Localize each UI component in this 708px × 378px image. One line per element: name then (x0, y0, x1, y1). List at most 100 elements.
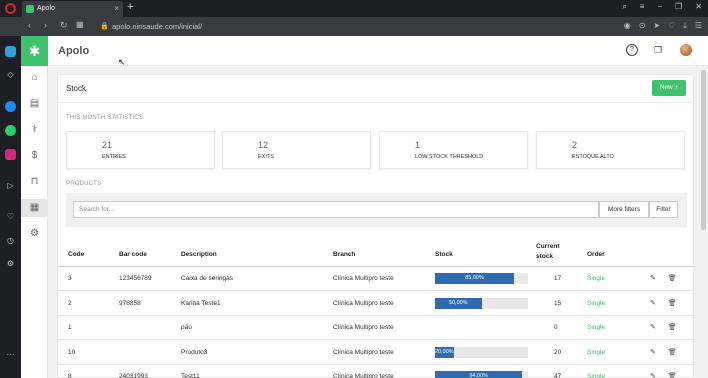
bag-icon[interactable]: ⊓ (21, 173, 48, 191)
camera-icon[interactable]: ◉ (624, 21, 631, 31)
new-tab-button[interactable]: + (127, 1, 133, 13)
instagram-icon[interactable] (5, 149, 16, 160)
stat-value: 2 (572, 140, 578, 150)
lock-icon[interactable]: 🔒 (100, 22, 109, 30)
stat-card-low-stock: 1 LOW STOCK THRESHOLD (379, 131, 528, 169)
cell-order[interactable]: Single (587, 373, 605, 378)
table-row[interactable]: 3 123456789 Caixa de seringas Clínica Multi… (58, 267, 695, 291)
stat-card-entries: 21 ENTRIES (66, 131, 215, 169)
cell-order[interactable]: Single (587, 300, 605, 307)
column-stock[interactable]: Stock (435, 251, 453, 258)
url-field[interactable]: apolo.ninsaude.com/inicial/ (112, 22, 202, 31)
stat-value: 21 (102, 140, 113, 150)
edit-icon[interactable]: ✎ (650, 348, 656, 356)
stat-value: 12 (258, 140, 269, 150)
new-button[interactable]: New + (652, 80, 686, 96)
delete-icon[interactable]: 🗑 (668, 299, 676, 307)
delete-icon[interactable]: 🗑 (668, 348, 676, 356)
cell-current-stock: 47 (554, 373, 562, 378)
column-code[interactable]: Code (68, 251, 84, 258)
more-icon[interactable]: ··· (5, 349, 16, 360)
delete-icon[interactable]: 🗑 (668, 323, 676, 331)
delete-icon[interactable]: 🗑 (668, 274, 676, 282)
close-window-icon[interactable]: ✕ (695, 2, 702, 12)
settings-icon[interactable]: ⚙ (21, 225, 48, 243)
search-tabs-icon[interactable]: ⌕ (622, 2, 626, 12)
column-order[interactable]: Order (587, 251, 605, 258)
opera-logo-icon[interactable] (5, 3, 16, 14)
column-current-stock-line1[interactable]: Current (536, 243, 559, 250)
diamond-icon[interactable]: ◇ (5, 69, 16, 80)
back-icon[interactable]: ‹ (28, 20, 31, 30)
apolo-favicon-icon (26, 5, 34, 13)
help-icon[interactable]: ? (626, 44, 638, 56)
history-icon[interactable]: ◷ (5, 235, 16, 246)
home-icon[interactable]: ⌂ (21, 69, 48, 87)
chat-icon[interactable]: ❐ (652, 44, 664, 56)
cell-current-stock: 17 (554, 275, 562, 282)
cell-description: Test11 (181, 373, 200, 378)
filter-button[interactable]: Filter (649, 201, 678, 218)
avatar[interactable] (680, 44, 692, 56)
apolo-logo-icon[interactable]: ✱ (21, 36, 48, 66)
cell-order[interactable]: Single (587, 324, 605, 331)
tab-menu-icon[interactable]: ≡ (640, 2, 645, 12)
cell-current-stock: 20 (554, 348, 562, 356)
settings-sidebar-icon[interactable]: ⚙ (5, 258, 16, 269)
app-header: Apolo ? ❐ (48, 36, 708, 66)
edit-icon[interactable]: ✎ (650, 372, 656, 378)
minimize-icon[interactable]: − (657, 2, 662, 12)
reload-icon[interactable]: ↻ (60, 20, 68, 31)
address-bar-icons: ◉ ⊙ ➤ ♡ ⤓ ☰ (624, 21, 702, 31)
app-sidebar: ✱ ⌂ ▤ ⚕ $ ⊓ ▦ ⚙ (21, 36, 48, 378)
table-row[interactable]: 2 978858 Karina Teste1 Clínica Multipro tes… (58, 292, 695, 316)
stock-progress-fill: 50,00% (435, 297, 482, 309)
cell-branch: Clínica Multipro teste (333, 275, 394, 282)
search-input[interactable]: Search for... (73, 201, 599, 218)
edit-icon[interactable]: ✎ (650, 323, 656, 331)
stat-label: ENTRIES (102, 154, 126, 160)
send-icon[interactable]: ➤ (653, 21, 660, 31)
cell-code: 1 (68, 324, 72, 331)
cell-order[interactable]: Single (587, 275, 605, 282)
more-filters-button[interactable]: More filters (599, 201, 649, 218)
stock-progress-fill: 85,00% (435, 273, 515, 284)
forward-icon[interactable]: › (44, 20, 47, 30)
column-description[interactable]: Description (181, 251, 217, 258)
cell-barcode: 24031993 (119, 373, 148, 378)
cell-barcode: 123456789 (119, 275, 152, 282)
easy-setup-icon[interactable]: ☰ (695, 21, 702, 31)
page-scrollbar[interactable] (701, 70, 706, 230)
messenger-icon[interactable] (5, 101, 16, 112)
whatsapp-icon[interactable] (5, 125, 16, 136)
home-app-icon[interactable] (5, 46, 16, 57)
table-row[interactable]: 1 pão Clínica Multipro teste 0 Single ✎ 🗑 (58, 316, 695, 340)
send-sidebar-icon[interactable]: ▷ (5, 180, 16, 191)
cell-code: 3 (68, 275, 72, 282)
close-tab-icon[interactable]: × (114, 1, 119, 17)
edit-icon[interactable]: ✎ (650, 274, 656, 282)
table-row[interactable]: 10 Produto3 Clínica Multipro teste 20 Single… (58, 341, 695, 365)
finance-icon[interactable]: $ (21, 147, 48, 165)
heart-sidebar-icon[interactable]: ♡ (5, 211, 16, 222)
stock-grid-icon[interactable]: ▦ (21, 199, 48, 217)
download-icon[interactable]: ⤓ (683, 21, 687, 31)
column-current-stock-line2[interactable]: stock (536, 253, 553, 260)
edit-icon[interactable]: ✎ (650, 299, 656, 307)
cell-order[interactable]: Single (587, 349, 605, 356)
column-branch[interactable]: Branch (333, 251, 355, 258)
heart-icon[interactable]: ♡ (668, 21, 675, 31)
products-section-label: PRODUCTS (66, 181, 102, 187)
patients-icon[interactable]: ⚕ (21, 121, 48, 139)
table-header: Code Bar code Description Branch Stock C… (58, 241, 695, 267)
cell-branch: Clínica Multipro teste (333, 324, 394, 331)
cell-branch: Clínica Multipro teste (333, 373, 394, 378)
calendar-icon[interactable]: ▤ (21, 95, 48, 113)
column-barcode[interactable]: Bar code (119, 251, 147, 258)
speed-dial-icon[interactable]: ▦ (76, 20, 84, 29)
vpn-icon[interactable]: ⊙ (639, 21, 646, 31)
maximize-icon[interactable]: ❐ (675, 2, 682, 12)
table-row[interactable]: 8 24031993 Test11 Clínica Multipro teste 47 S… (58, 365, 695, 378)
browser-tab[interactable]: Apolo × (22, 1, 123, 17)
delete-icon[interactable]: 🗑 (668, 372, 676, 378)
